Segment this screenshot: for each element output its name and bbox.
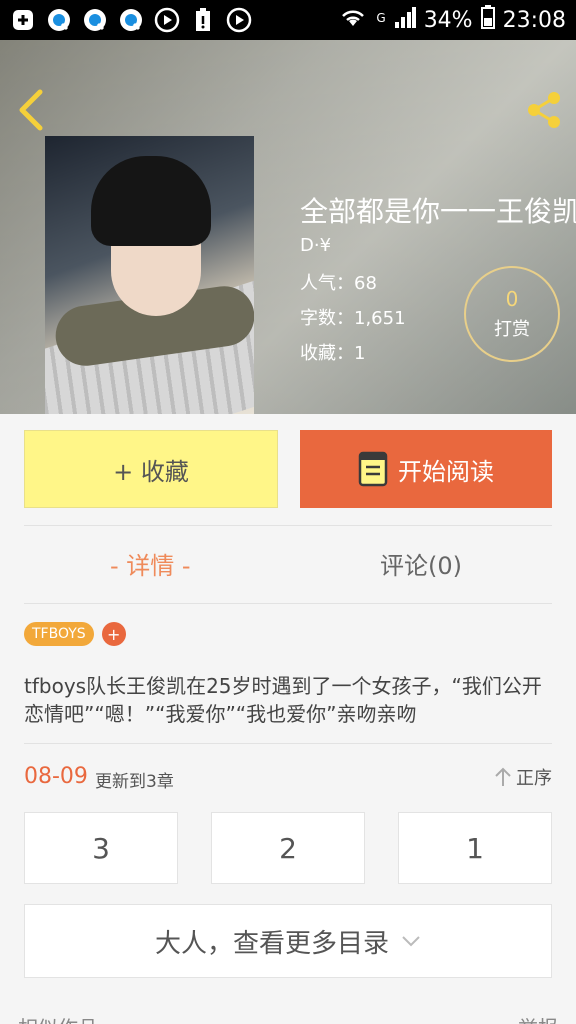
battery-icon bbox=[480, 5, 495, 35]
wifi-icon bbox=[338, 6, 368, 34]
tip-count: 0 bbox=[505, 287, 519, 311]
report-button[interactable]: 举报 bbox=[518, 1012, 558, 1024]
update-status: 更新到3章 bbox=[95, 772, 174, 792]
arrow-up-icon bbox=[495, 767, 511, 786]
divider bbox=[24, 603, 552, 604]
start-reading-button[interactable]: 开始阅读 bbox=[300, 430, 552, 508]
qq-icon bbox=[46, 7, 72, 33]
share-icon bbox=[528, 92, 560, 128]
divider bbox=[24, 525, 552, 526]
tip-button[interactable]: 0 打赏 bbox=[464, 266, 560, 362]
play-icon bbox=[154, 7, 180, 33]
sort-order-label: 正序 bbox=[516, 768, 552, 789]
book-detail-main: + 收藏 开始阅读 - 详情 - 评论(0) TFBOYS + tfboys队长… bbox=[0, 414, 576, 1024]
battery-warning-icon bbox=[190, 7, 216, 33]
chapter-1-button[interactable]: 1 bbox=[398, 812, 552, 884]
divider bbox=[24, 743, 552, 744]
book-title: 全部都是你一一王俊凯 bbox=[300, 195, 576, 228]
book-cover[interactable] bbox=[45, 136, 254, 414]
add-to-favorites-button[interactable]: + 收藏 bbox=[24, 430, 278, 508]
tab-comments[interactable]: 评论(0) bbox=[380, 546, 462, 581]
play-icon bbox=[226, 7, 252, 33]
add-tag-button[interactable]: + bbox=[101, 622, 126, 646]
signal-label: G bbox=[376, 11, 386, 25]
start-reading-label: 开始阅读 bbox=[398, 457, 494, 486]
clock: 23:08 bbox=[502, 7, 566, 33]
tag-tfboys[interactable]: TFBOYS bbox=[24, 622, 94, 646]
back-button[interactable] bbox=[14, 88, 48, 132]
tag-list: TFBOYS + bbox=[24, 622, 126, 646]
notification-icons bbox=[10, 7, 252, 33]
similar-works-heading: 相似作品 bbox=[18, 1012, 98, 1024]
battery-percent: 34% bbox=[423, 7, 473, 33]
popularity-stat: 人气：68 bbox=[300, 273, 377, 294]
word-count-stat: 字数：1,651 bbox=[300, 308, 406, 329]
add-icon bbox=[10, 7, 36, 33]
book-description: tfboys队长王俊凯在25岁时遇到了一个女孩子，“我们公开恋情吧”“嗯！”“我… bbox=[24, 674, 542, 726]
author-name[interactable]: D·¥ bbox=[300, 235, 331, 256]
book-header: 全部都是你一一王俊凯 D·¥ 人气：68 字数：1,651 收藏：1 0 打赏 bbox=[0, 40, 576, 414]
update-date: 08-09 bbox=[24, 764, 88, 789]
view-more-chapters-button[interactable]: 大人，查看更多目录 bbox=[24, 904, 552, 978]
qq-icon bbox=[82, 7, 108, 33]
status-bar: G 34% 23:08 bbox=[0, 0, 576, 40]
favorites-stat: 收藏：1 bbox=[300, 343, 366, 364]
chapter-3-button[interactable]: 3 bbox=[24, 812, 178, 884]
qq-icon bbox=[118, 7, 144, 33]
signal-icon bbox=[394, 6, 416, 34]
chapter-2-button[interactable]: 2 bbox=[211, 812, 365, 884]
share-button[interactable] bbox=[522, 88, 566, 132]
book-icon bbox=[358, 451, 388, 487]
chevron-down-icon bbox=[402, 936, 420, 947]
sort-order-toggle[interactable]: 正序 bbox=[494, 764, 552, 790]
view-more-chapters-label: 大人，查看更多目录 bbox=[154, 928, 389, 959]
add-to-favorites-label: + 收藏 bbox=[113, 457, 189, 486]
tab-details[interactable]: - 详情 - bbox=[110, 546, 191, 581]
back-arrow-icon bbox=[19, 89, 43, 131]
status-right: G 34% 23:08 bbox=[338, 5, 566, 35]
tip-label: 打赏 bbox=[494, 319, 530, 340]
